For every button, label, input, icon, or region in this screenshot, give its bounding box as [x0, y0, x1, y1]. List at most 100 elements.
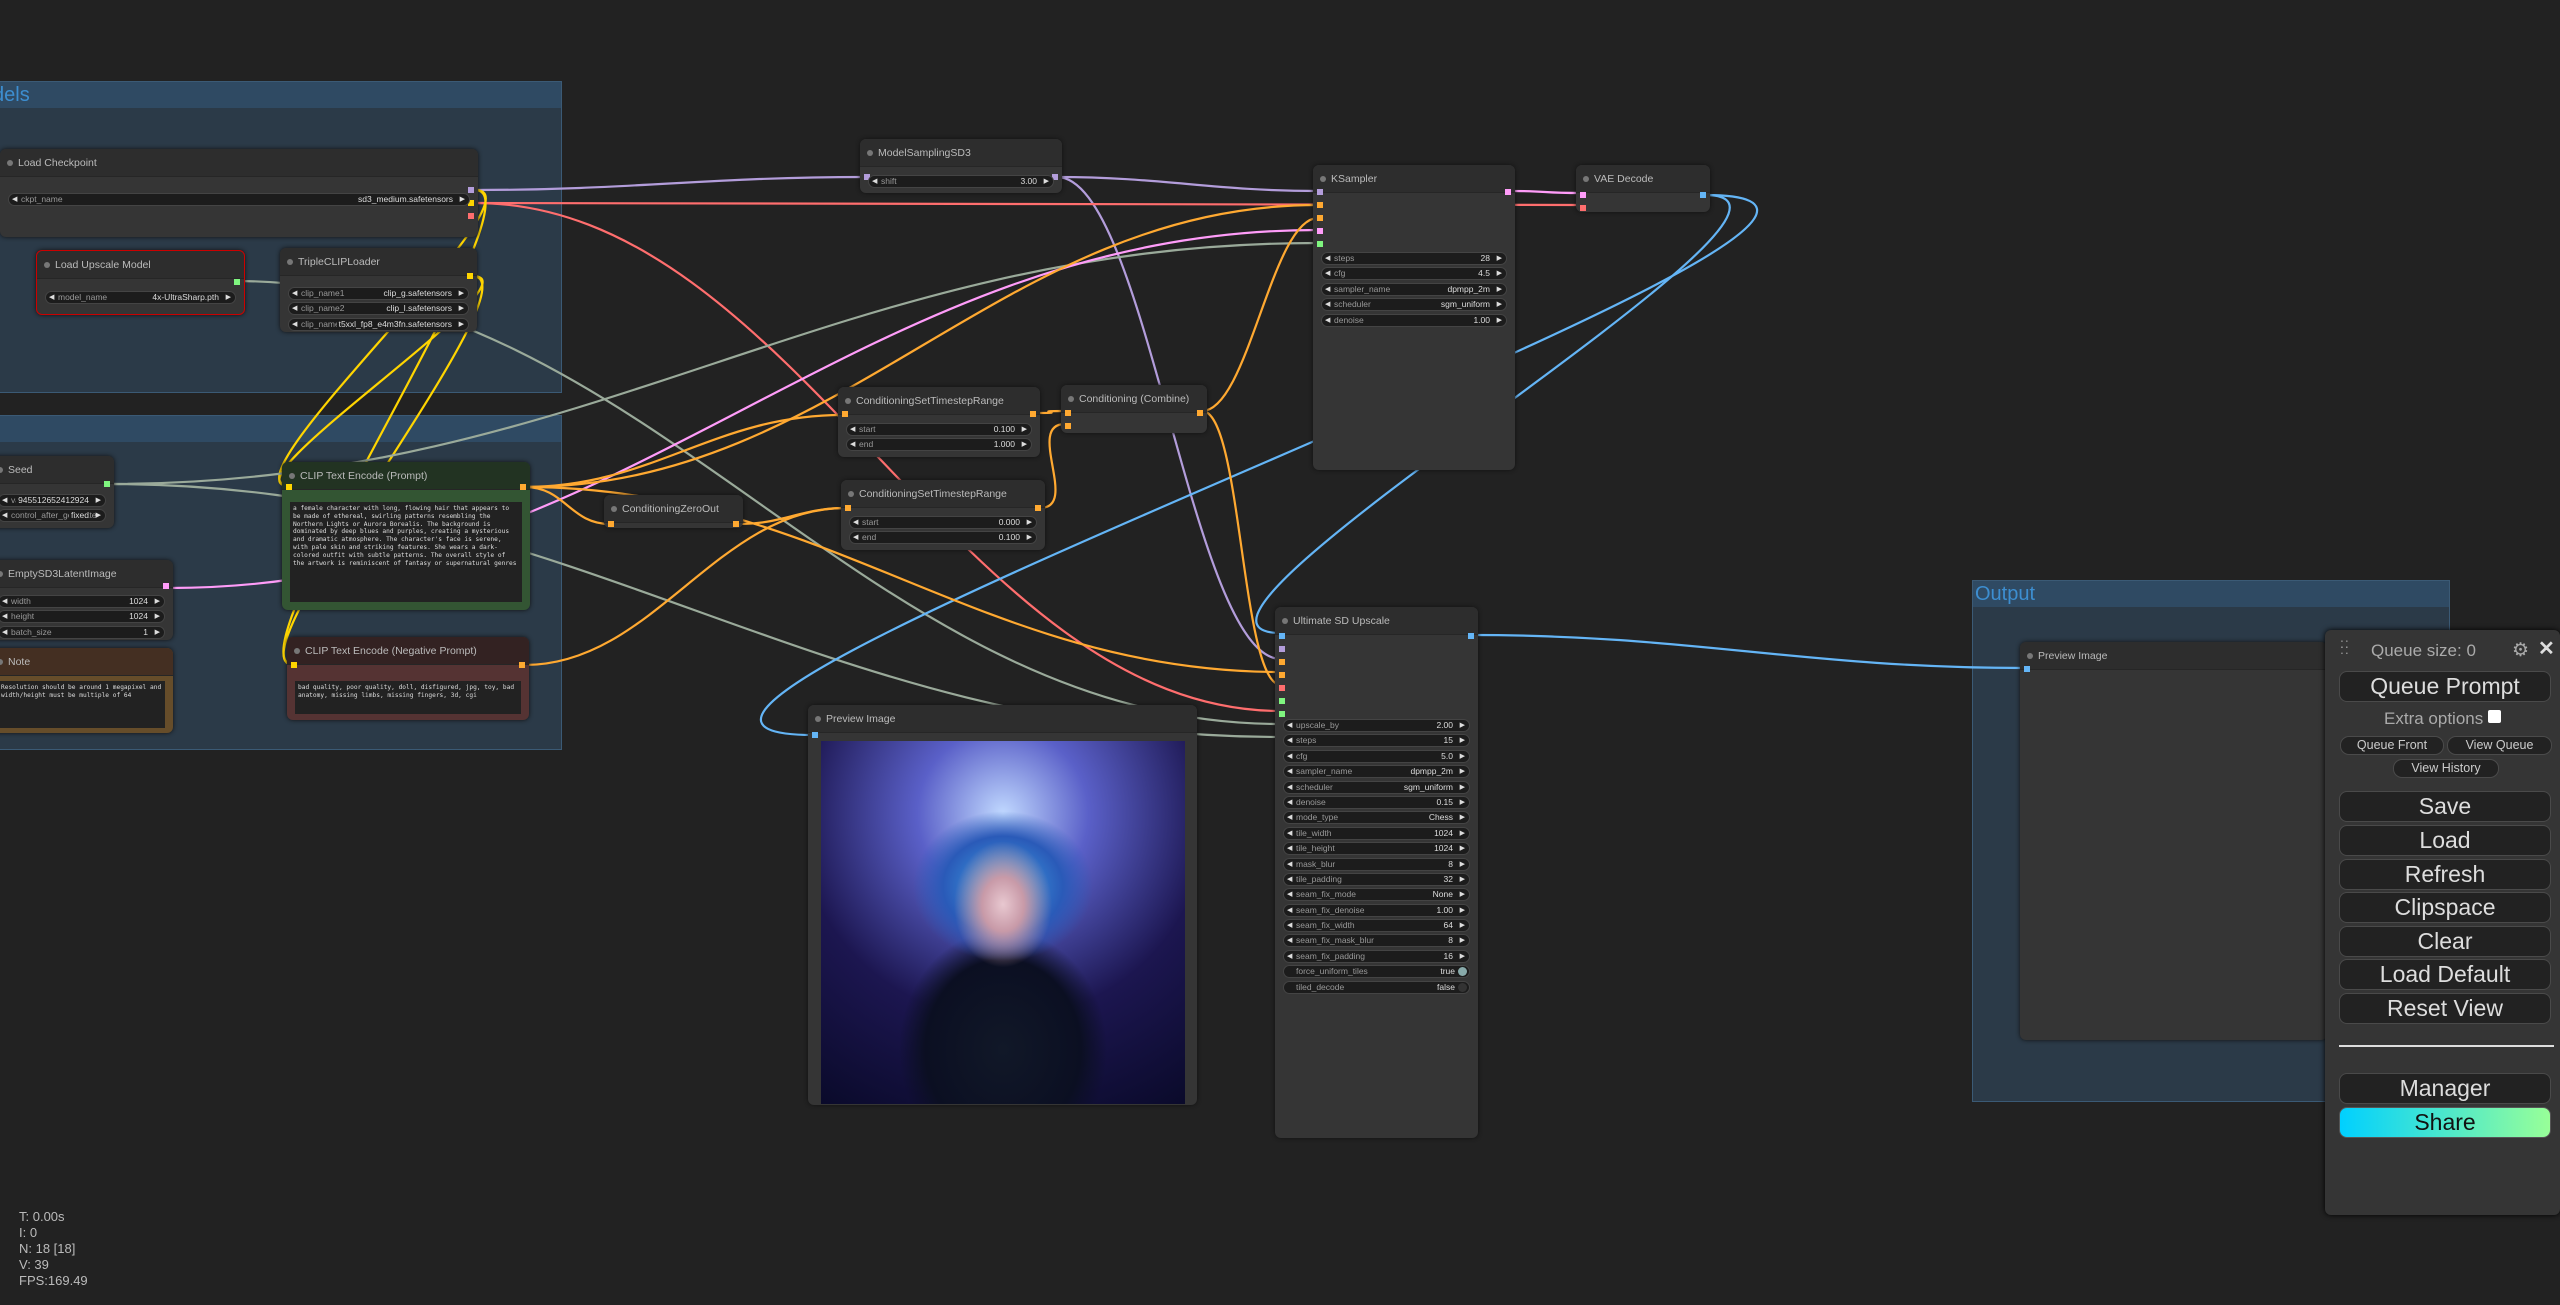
- text-area[interactable]: a female character with long, flowing ha…: [290, 502, 522, 602]
- widget-seam-fix-denoise[interactable]: seam_fix_denoise 1.00: [1283, 903, 1470, 917]
- graph-canvas[interactable]: dels Output Load Checkpointckpt_namesd3_…: [0, 0, 2560, 1305]
- node-title[interactable]: Preview Image: [2020, 642, 2327, 670]
- node-title[interactable]: Seed: [0, 456, 114, 484]
- node-model-sampling-sd3[interactable]: ModelSamplingSD3 shift 3.00: [860, 139, 1062, 193]
- view-history-button[interactable]: View History: [2393, 759, 2499, 778]
- input-port[interactable]: [1580, 205, 1586, 211]
- node-title[interactable]: CLIP Text Encode (Prompt): [282, 462, 530, 490]
- node-clip-text-encode-positive[interactable]: CLIP Text Encode (Prompt) a female charac…: [282, 462, 530, 610]
- output-port[interactable]: [1030, 411, 1036, 417]
- widget-start[interactable]: start 0.100: [846, 423, 1032, 436]
- clear-button[interactable]: Clear: [2339, 926, 2551, 957]
- node-title[interactable]: Note: [0, 648, 173, 676]
- widget-sampler-name[interactable]: sampler_name dpmpp_2m: [1283, 765, 1470, 779]
- share-button[interactable]: Share: [2339, 1107, 2551, 1138]
- node-title[interactable]: Conditioning (Combine): [1061, 385, 1207, 413]
- widget-control-after-generate[interactable]: control_after_generatefixed: [0, 509, 106, 523]
- node-title[interactable]: ConditioningSetTimestepRange: [841, 480, 1045, 508]
- save-button[interactable]: Save: [2339, 791, 2551, 822]
- node-load-upscale-model[interactable]: Load Upscale Model model_name 4x-UltraShar…: [36, 250, 245, 315]
- output-port[interactable]: [733, 521, 739, 527]
- queue-prompt-button[interactable]: Queue Prompt: [2339, 671, 2551, 702]
- input-port[interactable]: [1317, 189, 1323, 195]
- node-title[interactable]: EmptySD3LatentImage: [0, 560, 173, 588]
- widget-clip-name2[interactable]: clip_name2 clip_l.safetensors: [288, 302, 469, 316]
- node-conditioning-combine[interactable]: Conditioning (Combine): [1061, 385, 1207, 433]
- node-title[interactable]: CLIP Text Encode (Negative Prompt): [287, 637, 529, 665]
- close-icon[interactable]: ✕: [2538, 636, 2555, 661]
- widget-mode-type[interactable]: mode_type Chess: [1283, 811, 1470, 825]
- widget-denoise[interactable]: denoise 1.00: [1321, 313, 1507, 327]
- generated-image-preview[interactable]: [821, 741, 1185, 1104]
- input-port[interactable]: [608, 521, 614, 527]
- input-port[interactable]: [1317, 241, 1323, 247]
- link-wire[interactable]: [759, 193, 1759, 737]
- input-port[interactable]: [812, 732, 818, 738]
- output-port[interactable]: [1197, 410, 1203, 416]
- load-default-button[interactable]: Load Default: [2339, 959, 2551, 990]
- widget-start[interactable]: start 0.000: [849, 516, 1037, 529]
- input-port[interactable]: [1279, 698, 1285, 704]
- output-port[interactable]: [1700, 192, 1706, 198]
- widget-upscale-by[interactable]: upscale_by 2.00: [1283, 719, 1470, 732]
- queue-front-button[interactable]: Queue Front: [2340, 736, 2444, 755]
- node-seed[interactable]: Seed value945512652412924 control_after_ge…: [0, 456, 114, 528]
- node-title[interactable]: Load Checkpoint: [0, 149, 478, 177]
- node-title[interactable]: ConditioningSetTimestepRange: [838, 387, 1040, 415]
- widget-tile-width[interactable]: tile_width 1024: [1283, 826, 1470, 840]
- load-button[interactable]: Load: [2339, 825, 2551, 856]
- input-port[interactable]: [1065, 410, 1071, 416]
- node-title[interactable]: ModelSamplingSD3: [860, 139, 1062, 167]
- node-preview-image-output[interactable]: Preview Image: [2020, 642, 2327, 1040]
- input-port[interactable]: [1279, 685, 1285, 691]
- drag-handle-icon[interactable]: :​::​:: [2340, 636, 2350, 656]
- input-port[interactable]: [1279, 646, 1285, 652]
- clipspace-button[interactable]: Clipspace: [2339, 892, 2551, 923]
- node-title[interactable]: VAE Decode: [1576, 165, 1710, 193]
- text-area[interactable]: Resolution should be around 1 megapixel …: [0, 681, 165, 728]
- widget-height[interactable]: height 1024: [0, 610, 165, 624]
- widget-sampler-name[interactable]: sampler_name dpmpp_2m: [1321, 282, 1507, 296]
- input-port[interactable]: [842, 411, 848, 417]
- input-port[interactable]: [1317, 215, 1323, 221]
- input-port[interactable]: [286, 484, 292, 490]
- widget-seam-fix-padding[interactable]: seam_fix_padding 16: [1283, 949, 1470, 963]
- widget-batch-size[interactable]: batch_size 1: [0, 625, 165, 639]
- node-empty-sd3-latent-image[interactable]: EmptySD3LatentImage width 1024 height 1024 ba…: [0, 560, 173, 640]
- gear-icon[interactable]: ⚙: [2512, 639, 2529, 662]
- output-port[interactable]: [104, 481, 110, 487]
- link-wire[interactable]: [1471, 633, 2026, 670]
- output-port[interactable]: [1505, 189, 1511, 195]
- widget-clip-name1[interactable]: clip_name1 clip_g.safetensors: [288, 287, 469, 300]
- input-port[interactable]: [291, 662, 297, 668]
- output-port[interactable]: [468, 213, 474, 219]
- output-port[interactable]: [520, 484, 526, 490]
- node-triple-clip-loader[interactable]: TripleCLIPLoader clip_name1 clip_g.safeten…: [280, 248, 477, 332]
- input-port[interactable]: [1279, 711, 1285, 717]
- link-wire[interactable]: [524, 485, 611, 526]
- reset-view-button[interactable]: Reset View: [2339, 993, 2551, 1024]
- widget-seam-fix-mask-blur[interactable]: seam_fix_mask_blur 8: [1283, 934, 1470, 948]
- node-title[interactable]: KSampler: [1313, 165, 1515, 193]
- widget-steps[interactable]: steps 28: [1321, 252, 1507, 265]
- node-title[interactable]: Ultimate SD Upscale: [1275, 607, 1478, 635]
- node-clip-text-encode-negative[interactable]: CLIP Text Encode (Negative Prompt) bad qu…: [287, 637, 529, 720]
- widget-value[interactable]: value945512652412924: [0, 494, 106, 507]
- widget-tiled-decode[interactable]: tiled_decode false: [1283, 980, 1470, 994]
- toggle-knob[interactable]: [1458, 967, 1467, 977]
- node-vae-decode[interactable]: VAE Decode: [1576, 165, 1710, 212]
- widget-ckpt-name[interactable]: ckpt_name sd3_medium.safetensors: [8, 193, 470, 206]
- node-preview-image[interactable]: Preview Image: [808, 705, 1197, 1105]
- widget-tile-height[interactable]: tile_height 1024: [1283, 842, 1470, 856]
- node-ultimate-sd-upscale[interactable]: Ultimate SD Upscale upscale_by 2.00 steps 15…: [1275, 607, 1478, 1138]
- link-wire[interactable]: [474, 201, 1282, 713]
- refresh-button[interactable]: Refresh: [2339, 859, 2551, 890]
- output-port[interactable]: [467, 273, 473, 279]
- input-port[interactable]: [1580, 192, 1586, 198]
- node-note[interactable]: Note Resolution should be around 1 megapi…: [0, 648, 173, 733]
- output-port[interactable]: [1035, 505, 1041, 511]
- view-queue-button[interactable]: View Queue: [2447, 736, 2552, 755]
- input-port[interactable]: [2024, 666, 2030, 672]
- input-port[interactable]: [1279, 633, 1285, 639]
- widget-scheduler[interactable]: scheduler sgm_uniform: [1321, 298, 1507, 312]
